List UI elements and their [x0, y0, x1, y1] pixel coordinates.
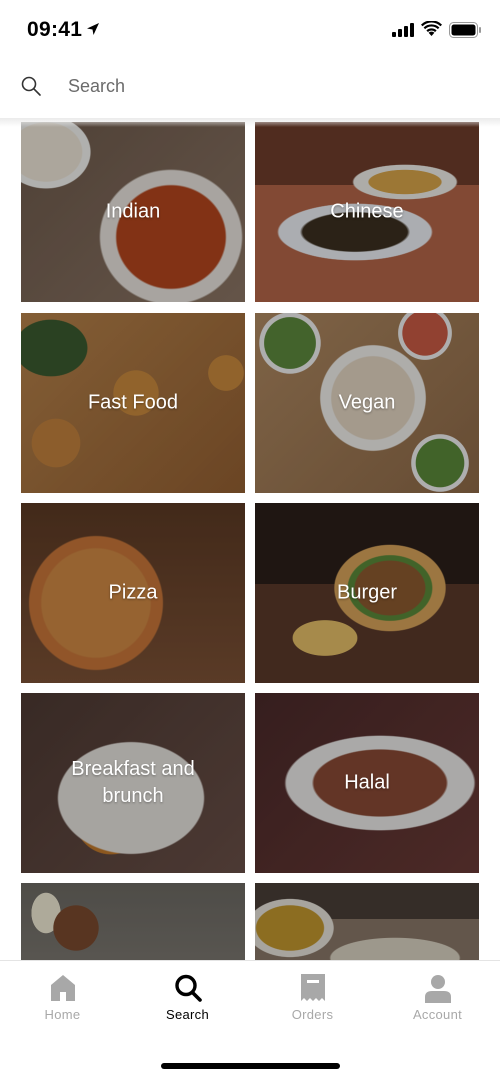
- category-label: Halal: [344, 771, 390, 794]
- category-tile-burger[interactable]: Burger: [255, 503, 479, 683]
- status-bar: 09:41: [0, 0, 500, 60]
- search-bar: [0, 60, 500, 118]
- home-indicator[interactable]: [161, 1063, 340, 1069]
- tab-label: Home: [44, 1007, 81, 1022]
- tab-orders[interactable]: Orders: [250, 961, 375, 1036]
- category-tile-breakfast-and-brunch[interactable]: Breakfast and brunch: [21, 693, 245, 873]
- category-tile-chinese[interactable]: Chinese: [255, 122, 479, 302]
- battery-icon: [449, 22, 481, 38]
- category-tile-soup-partial[interactable]: [255, 883, 479, 960]
- category-tile-fast-food[interactable]: Fast Food: [21, 313, 245, 493]
- category-label: Pizza: [108, 581, 158, 604]
- category-label: Indian: [105, 200, 161, 223]
- receipt-icon: [301, 974, 325, 1001]
- category-label: Fast Food: [87, 391, 179, 414]
- category-label: Chinese: [330, 200, 404, 223]
- tab-account[interactable]: Account: [375, 961, 500, 1036]
- image-overlay: [21, 883, 245, 960]
- tab-home[interactable]: Home: [0, 961, 125, 1036]
- category-tile-pizza[interactable]: Pizza: [21, 503, 245, 683]
- category-label: Burger: [336, 581, 398, 604]
- wifi-icon: [421, 21, 442, 36]
- tab-label: Orders: [291, 1007, 334, 1022]
- search-input[interactable]: [68, 72, 468, 100]
- category-tile-desserts-partial[interactable]: [21, 883, 245, 960]
- tab-search[interactable]: Search: [125, 961, 250, 1036]
- search-icon: [175, 974, 202, 1002]
- location-arrow-icon: [87, 23, 99, 35]
- tab-label: Account: [412, 1007, 463, 1022]
- image-overlay: [255, 883, 479, 960]
- category-tile-halal[interactable]: Halal: [255, 693, 479, 873]
- search-icon: [21, 76, 41, 96]
- bottom-tab-bar: Home Search Orders Account: [0, 960, 500, 1080]
- category-label: Vegan: [338, 391, 396, 414]
- category-tile-indian[interactable]: Indian: [21, 122, 245, 302]
- search-bar-shadow: [0, 117, 500, 127]
- cellular-signal-icon: [392, 23, 414, 37]
- home-icon: [51, 975, 75, 1001]
- tab-label: Search: [166, 1007, 209, 1022]
- category-label: Breakfast and brunch: [71, 758, 195, 807]
- category-grid[interactable]: Indian Chinese Fast Food Vegan Pizza Bur…: [21, 122, 479, 960]
- person-icon: [425, 975, 451, 1003]
- status-time: 09:41: [27, 18, 83, 41]
- category-tile-vegan[interactable]: Vegan: [255, 313, 479, 493]
